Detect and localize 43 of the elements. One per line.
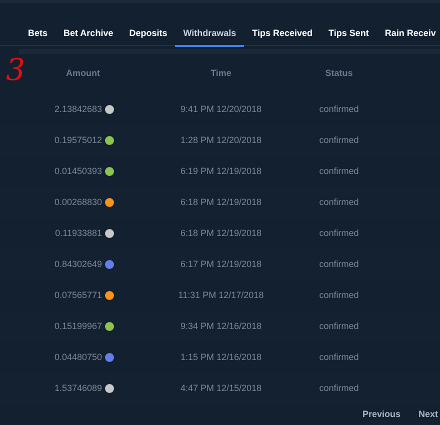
amount-cell-text: 0.00268830 [54, 196, 102, 209]
status-cell-text: confirmed [318, 226, 360, 240]
time-cell-text: 4:47 PM 12/15/2018 [179, 382, 263, 395]
time-cell-text: 9:34 PM 12/16/2018 [179, 320, 263, 333]
amount-cell-text: 0.07565771 [54, 288, 102, 302]
time-cell-text: 1:28 PM 12/20/2018 [179, 134, 263, 147]
time-cell-text: 11:31 PM 12/17/2018 [177, 288, 265, 302]
time-cell-text: 6:19 PM 12/19/2018 [179, 164, 263, 178]
amount-cell-text: 0.01450393 [54, 164, 102, 178]
time-cell-text: 9:41 PM 12/20/2018 [179, 102, 263, 116]
tab[interactable]: Tips Received [244, 23, 321, 47]
status-cell-text: confirmed [318, 134, 360, 147]
time-cell-text: 6:17 PM 12/19/2018 [179, 258, 263, 271]
time-cell-text: 1:15 PM 12/16/2018 [179, 350, 263, 364]
amount-cell-text: 0.19575012 [54, 134, 102, 147]
tab[interactable]: Tips Sent [320, 23, 377, 47]
time-cell-text: 6:18 PM 12/19/2018 [179, 226, 263, 240]
amount-cell-text: 0.11933881 [55, 226, 102, 240]
time-cell-text: 6:18 PM 12/19/2018 [179, 196, 263, 209]
status-cell-text: confirmed [318, 164, 360, 178]
column-header: Status [324, 67, 354, 80]
page-link[interactable]: Previous [362, 408, 400, 422]
status-cell-text: confirmed [318, 258, 360, 271]
amount-cell-text: 1.53746089 [54, 382, 102, 395]
status-cell-text: confirmed [318, 196, 360, 209]
status-cell-text: confirmed [318, 382, 360, 395]
amount-cell-text: 0.15199967 [54, 320, 102, 333]
annotation-mark: 3 [6, 56, 26, 86]
column-header: Amount [65, 67, 101, 80]
status-cell-text: confirmed [318, 288, 360, 302]
status-cell-text: confirmed [318, 102, 360, 116]
status-cell-text: confirmed [318, 320, 360, 333]
amount-cell-text: 2.13842683 [54, 102, 102, 116]
tab[interactable]: Bets [20, 23, 56, 47]
amount-cell-text: 0.04480750 [54, 350, 102, 364]
tab[interactable]: Deposits [121, 23, 176, 47]
tab[interactable]: Withdrawals [175, 23, 244, 47]
tab[interactable]: Rain Receiv [376, 23, 440, 47]
page-link[interactable]: Next [418, 408, 438, 422]
amount-cell-text: 0.84302649 [54, 258, 102, 271]
tab[interactable]: Bet Archive [56, 23, 122, 47]
status-cell-text: confirmed [318, 350, 360, 364]
column-header: Time [210, 67, 232, 80]
